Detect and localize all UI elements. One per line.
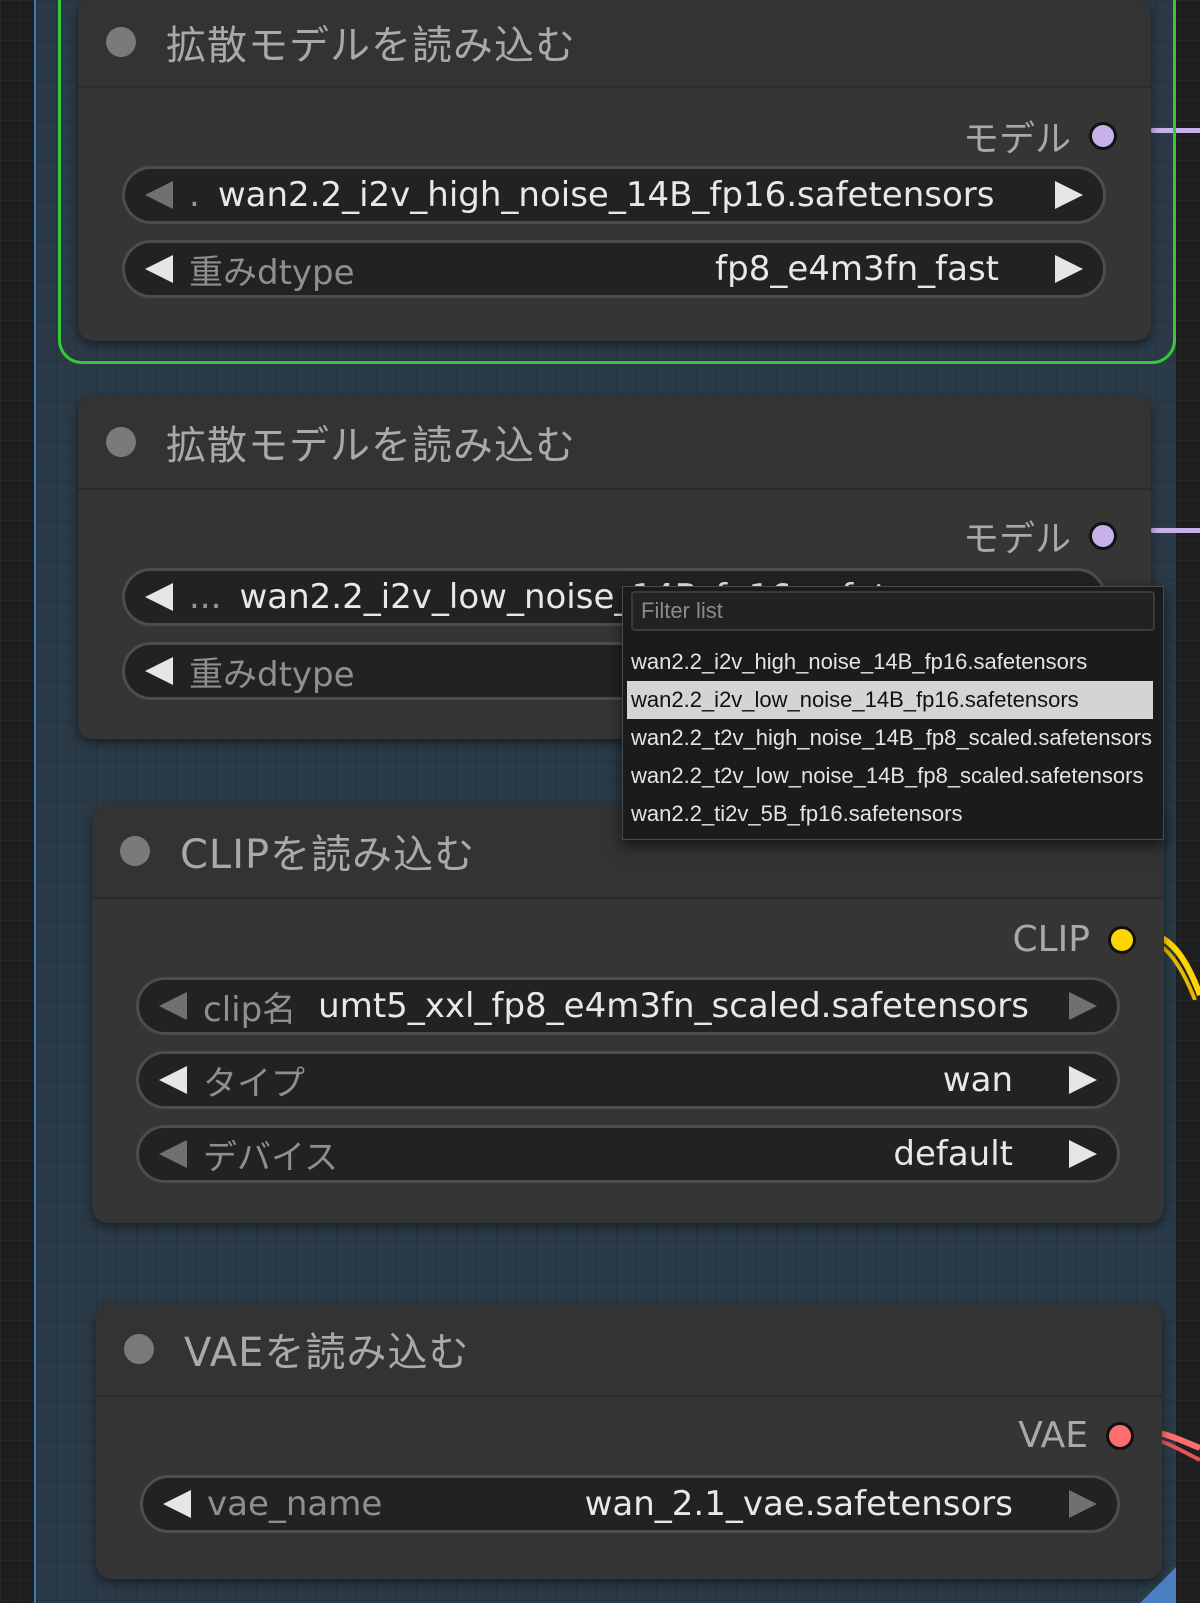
type-combo[interactable]: タイプ wan xyxy=(136,1051,1120,1109)
output-label: CLIP xyxy=(1012,919,1090,960)
arrow-left-icon[interactable] xyxy=(159,1140,187,1168)
output-label: モデル xyxy=(962,119,1071,160)
dropdown-item[interactable]: wan2.2_t2v_low_noise_14B_fp8_scaled.safe… xyxy=(627,757,1163,795)
arrow-left-icon[interactable] xyxy=(163,1490,191,1518)
model-output[interactable]: モデル xyxy=(963,510,1117,562)
load-diffusion-model-node-1[interactable]: 拡散モデルを読み込む モデル . wan2.2_i2v_high_noise_1… xyxy=(78,0,1151,341)
widget-label: 重みdtype xyxy=(189,654,355,695)
arrow-left-icon[interactable] xyxy=(145,583,173,611)
arrow-left-icon[interactable] xyxy=(145,255,173,283)
combo-value: wan xyxy=(942,1060,1013,1100)
arrow-left-icon[interactable] xyxy=(145,657,173,685)
clip-output[interactable]: CLIP xyxy=(1012,919,1136,960)
dropdown-list: wan2.2_i2v_high_noise_14B_fp16.safetenso… xyxy=(627,643,1163,833)
vae-output-port-icon[interactable] xyxy=(1106,1421,1134,1450)
dropdown-item[interactable]: wan2.2_t2v_high_noise_14B_fp8_scaled.saf… xyxy=(627,719,1163,757)
combo-value: wan2.2_i2v_high_noise_14B_fp16.safetenso… xyxy=(217,175,995,215)
node-header[interactable]: 拡散モデルを読み込む xyxy=(78,396,1151,490)
combo-value: umt5_xxl_fp8_e4m3fn_scaled.safetensors xyxy=(318,986,1029,1026)
node-title: VAEを読み込む xyxy=(184,1330,470,1376)
collapse-dot-icon[interactable] xyxy=(120,836,150,866)
combo-value: default xyxy=(893,1134,1013,1174)
weight-dtype-combo[interactable]: 重みdtype fp8_e4m3fn_fast xyxy=(122,240,1106,298)
model-output-port-icon[interactable] xyxy=(1089,122,1117,150)
node-title: CLIPを読み込む xyxy=(180,832,476,878)
collapse-dot-icon[interactable] xyxy=(106,27,136,57)
load-clip-node[interactable]: CLIPを読み込む CLIP clip名 umt5_xxl_fp8_e4m3fn… xyxy=(92,805,1164,1223)
node-header[interactable]: VAEを読み込む xyxy=(96,1303,1162,1397)
widget-label: デバイス xyxy=(203,1137,338,1178)
output-label: モデル xyxy=(962,519,1071,560)
unet-name-combo[interactable]: . wan2.2_i2v_high_noise_14B_fp16.safeten… xyxy=(122,166,1106,224)
node-title: 拡散モデルを読み込む xyxy=(166,423,576,469)
clip-output-port-icon[interactable] xyxy=(1108,925,1136,954)
arrow-left-icon[interactable] xyxy=(159,1066,187,1094)
widget-label: clip名 xyxy=(203,989,297,1030)
ellipsis-prefix: . xyxy=(189,175,200,215)
clip-name-combo[interactable]: clip名 umt5_xxl_fp8_e4m3fn_scaled.safeten… xyxy=(136,977,1120,1035)
filter-list-input[interactable] xyxy=(631,591,1155,631)
collapse-dot-icon[interactable] xyxy=(106,427,136,457)
arrow-right-icon[interactable] xyxy=(1069,1490,1097,1518)
widget-label: タイプ xyxy=(203,1063,305,1104)
device-combo[interactable]: デバイス default xyxy=(136,1125,1120,1183)
combo-value: wan_2.1_vae.safetensors xyxy=(584,1484,1013,1524)
arrow-left-icon[interactable] xyxy=(145,181,173,209)
arrow-right-icon[interactable] xyxy=(1055,181,1083,209)
vae-output[interactable]: VAE xyxy=(1018,1415,1134,1456)
dropdown-item[interactable]: wan2.2_ti2v_5B_fp16.safetensors xyxy=(627,795,1163,833)
output-label: VAE xyxy=(1018,1415,1088,1456)
node-title: 拡散モデルを読み込む xyxy=(166,23,576,69)
node-header[interactable]: 拡散モデルを読み込む xyxy=(78,0,1151,88)
widget-label: 重みdtype xyxy=(189,252,355,293)
model-wire-2 xyxy=(1150,528,1200,533)
combo-value: fp8_e4m3fn_fast xyxy=(715,249,999,289)
model-output[interactable]: モデル xyxy=(963,110,1117,162)
combo-dropdown-menu: wan2.2_i2v_high_noise_14B_fp16.safetenso… xyxy=(622,586,1164,840)
collapse-dot-icon[interactable] xyxy=(124,1334,154,1364)
arrow-right-icon[interactable] xyxy=(1055,255,1083,283)
dropdown-item-selected[interactable]: wan2.2_i2v_low_noise_14B_fp16.safetensor… xyxy=(627,681,1153,719)
widget-label: vae_name xyxy=(207,1484,383,1524)
vae-name-combo[interactable]: vae_name wan_2.1_vae.safetensors xyxy=(140,1475,1120,1533)
arrow-right-icon[interactable] xyxy=(1069,1140,1097,1168)
arrow-left-icon[interactable] xyxy=(159,992,187,1020)
dropdown-item[interactable]: wan2.2_i2v_high_noise_14B_fp16.safetenso… xyxy=(627,643,1163,681)
load-vae-node[interactable]: VAEを読み込む VAE vae_name wan_2.1_vae.safete… xyxy=(96,1303,1162,1579)
model-output-port-icon[interactable] xyxy=(1089,522,1117,550)
arrow-right-icon[interactable] xyxy=(1069,992,1097,1020)
ellipsis-prefix: ... xyxy=(189,577,222,617)
arrow-right-icon[interactable] xyxy=(1069,1066,1097,1094)
